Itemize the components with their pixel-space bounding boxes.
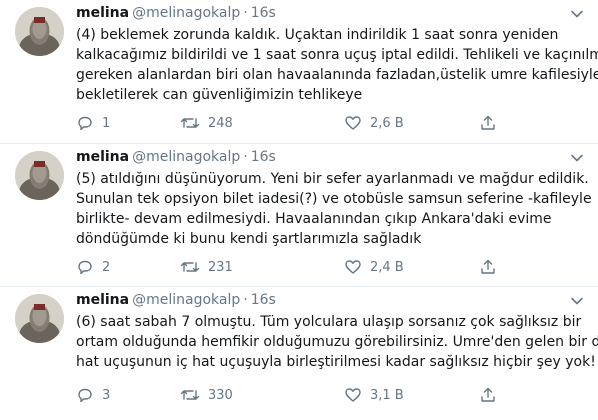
- reply-icon: [78, 116, 92, 131]
- tweet-text-line: döndüğümde ki bunu kendi şartlarımızla s…: [76, 231, 422, 247]
- retweet-icon: [180, 262, 200, 272]
- tweet-text-line: birlikte- devam edilmesiydi. Havaalanınd…: [76, 211, 552, 227]
- retweet-count: 248: [208, 115, 233, 131]
- tweet[interactable]: melina @melinagokalp · 16s (6) saat sabah 7…: [0, 286, 598, 420]
- timestamp[interactable]: 16s: [251, 292, 276, 308]
- share-icon: [481, 115, 495, 130]
- tweet-actions: 1 248 2,6 B: [76, 113, 576, 133]
- display-name[interactable]: melina: [76, 5, 129, 21]
- retweet-icon: [180, 390, 200, 400]
- tweet-text-line: hat uçuşunun iç hat uçuşuyla birleştiril…: [76, 354, 596, 370]
- share-icon: [481, 387, 495, 402]
- display-name[interactable]: melina: [76, 292, 129, 308]
- reply-button[interactable]: 2: [76, 257, 110, 277]
- avatar[interactable]: [15, 151, 64, 200]
- user-handle[interactable]: @melinagokalp: [132, 149, 240, 165]
- tweet-actions: 2 231 2,4 B: [76, 257, 576, 277]
- reply-count: 3: [102, 387, 111, 403]
- like-count: 2,4 B: [370, 259, 404, 275]
- tweet-text-line: Sunulan tek opsiyon bilet iadesi(?) ve o…: [76, 191, 592, 207]
- tweet-header: melina @melinagokalp · 16s: [76, 147, 276, 167]
- heart-icon: [345, 388, 361, 402]
- reply-icon: [78, 260, 92, 275]
- timestamp[interactable]: 16s: [251, 149, 276, 165]
- tweet-text-line: (4) beklemek zorunda kaldık. Uçaktan ind…: [76, 27, 559, 43]
- user-handle[interactable]: @melinagokalp: [132, 292, 240, 308]
- user-handle[interactable]: @melinagokalp: [132, 5, 240, 21]
- tweet[interactable]: melina @melinagokalp · 16s (5) atıldığını d…: [0, 143, 598, 286]
- reply-icon: [78, 388, 92, 403]
- like-button[interactable]: 2,6 B: [344, 113, 404, 133]
- share-button[interactable]: [479, 257, 497, 277]
- tweet-header: melina @melinagokalp · 16s: [76, 3, 276, 23]
- reply-count: 2: [102, 259, 111, 275]
- retweet-button[interactable]: 248: [180, 113, 233, 133]
- chevron-down-icon[interactable]: [570, 294, 584, 308]
- like-count: 3,1 B: [370, 387, 404, 403]
- retweet-count: 231: [208, 259, 233, 275]
- heart-icon: [345, 116, 361, 130]
- separator-dot: ·: [243, 149, 248, 165]
- reply-count: 1: [102, 115, 111, 131]
- tweet-text-line: (6) saat sabah 7 olmuştu. Tüm yolculara …: [76, 314, 582, 330]
- tweet-text: (5) atıldığını düşünüyorum. Yeni bir sef…: [76, 169, 592, 249]
- tweet-text-line: (5) atıldığını düşünüyorum. Yeni bir sef…: [76, 171, 589, 187]
- share-button[interactable]: [479, 385, 497, 405]
- tweet-text: (6) saat sabah 7 olmuştu. Tüm yolculara …: [76, 312, 598, 372]
- separator-dot: ·: [243, 5, 248, 21]
- tweet-actions: 3 330 3,1 B: [76, 385, 576, 405]
- chevron-down-icon[interactable]: [570, 151, 584, 165]
- like-button[interactable]: 3,1 B: [344, 385, 404, 405]
- display-name[interactable]: melina: [76, 149, 129, 165]
- retweet-count: 330: [208, 387, 233, 403]
- tweet-text-line: gereken alanlardan biri olan havaalanınd…: [76, 67, 598, 83]
- heart-icon: [345, 260, 361, 274]
- reply-button[interactable]: 1: [76, 113, 110, 133]
- like-count: 2,6 B: [370, 115, 404, 131]
- tweet-thread: melina @melinagokalp · 16s (4) beklemek zor…: [0, 0, 598, 420]
- share-button[interactable]: [479, 113, 497, 133]
- tweet-header: melina @melinagokalp · 16s: [76, 290, 276, 310]
- reply-button[interactable]: 3: [76, 385, 110, 405]
- retweet-icon: [180, 118, 200, 128]
- retweet-button[interactable]: 330: [180, 385, 233, 405]
- tweet[interactable]: melina @melinagokalp · 16s (4) beklemek zor…: [0, 0, 598, 143]
- separator-dot: ·: [243, 292, 248, 308]
- retweet-button[interactable]: 231: [180, 257, 233, 277]
- tweet-text-line: bekletilerek can güvenliğimizin tehlikey…: [76, 87, 363, 103]
- avatar[interactable]: [15, 294, 64, 343]
- chevron-down-icon[interactable]: [570, 7, 584, 21]
- like-button[interactable]: 2,4 B: [344, 257, 404, 277]
- tweet-text: (4) beklemek zorunda kaldık. Uçaktan ind…: [76, 25, 598, 105]
- tweet-text-line: kalkacağımız bildirildi ve 1 saat sonra …: [76, 47, 598, 63]
- tweet-text-line: ortam olduğunda hemfikir olduğumuzu göre…: [76, 334, 598, 350]
- share-icon: [481, 259, 495, 274]
- timestamp[interactable]: 16s: [251, 5, 276, 21]
- avatar[interactable]: [15, 7, 64, 56]
